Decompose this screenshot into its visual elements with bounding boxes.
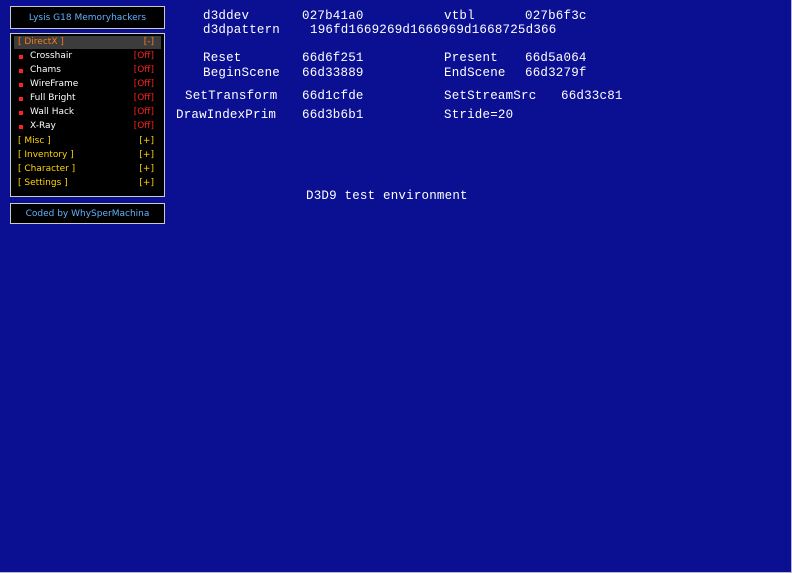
menu-item-full-bright[interactable]: Full Bright [Off] [14, 92, 161, 105]
bullet-icon [19, 111, 23, 115]
bullet-icon [19, 69, 23, 73]
menu-title-box: Lysis G18 Memoryhackers [10, 6, 165, 29]
menu-item-wireframe[interactable]: WireFrame [Off] [14, 78, 161, 91]
setstreamsrc-label: SetStreamSrc [444, 89, 537, 103]
menu-category-settings[interactable]: [ Settings ] [+] [14, 177, 161, 190]
bullet-icon [19, 83, 23, 87]
menu-item-chams[interactable]: Chams [Off] [14, 64, 161, 77]
d3ddev-value: 027b41a0 [302, 9, 364, 23]
menu-category-character[interactable]: [ Character ] [+] [14, 163, 161, 176]
menu-item-x-ray[interactable]: X-Ray [Off] [14, 120, 161, 133]
reset-label: Reset [203, 51, 242, 65]
vtbl-value: 027b6f3c [525, 9, 587, 23]
expand-toggle: [+] [139, 164, 154, 174]
present-label: Present [444, 51, 498, 65]
beginscene-value: 66d33889 [302, 66, 364, 80]
settransform-label: SetTransform [185, 89, 278, 103]
bullet-icon [19, 97, 23, 101]
menu-item-state: [Off] [133, 51, 154, 61]
category-label: [ Inventory ] [18, 150, 74, 160]
menu-category-directx[interactable]: [ DirectX ] [-] [14, 36, 161, 49]
d3dpattern-label: d3dpattern [203, 23, 281, 37]
menu-item-state: [Off] [133, 65, 154, 75]
menu-item-label: Wall Hack [30, 107, 75, 117]
expand-toggle: [+] [139, 150, 154, 160]
expand-toggle: [+] [139, 136, 154, 146]
endscene-value: 66d3279f [525, 66, 587, 80]
category-label: [ Settings ] [18, 178, 68, 188]
credit-box: Coded by WhySperMachina [10, 203, 165, 224]
setstreamsrc-value: 66d33c81 [561, 89, 623, 103]
menu-item-label: Chams [30, 65, 61, 75]
cheat-menu: [ DirectX ] [-] Crosshair [Off] Chams [O… [10, 33, 165, 197]
directx-toggle: [-] [143, 37, 154, 47]
menu-item-wall-hack[interactable]: Wall Hack [Off] [14, 106, 161, 119]
present-value: 66d5a064 [525, 51, 587, 65]
menu-item-label: Full Bright [30, 93, 76, 103]
menu-category-misc[interactable]: [ Misc ] [+] [14, 135, 161, 148]
vtbl-label: vtbl [444, 9, 475, 23]
menu-item-state: [Off] [133, 93, 154, 103]
menu-item-label: WireFrame [30, 79, 79, 89]
environment-title: D3D9 test environment [306, 189, 468, 203]
menu-title: Lysis G18 Memoryhackers [28, 13, 147, 23]
endscene-label: EndScene [444, 66, 506, 80]
settransform-value: 66d1cfde [302, 89, 364, 103]
reset-value: 66d6f251 [302, 51, 364, 65]
drawindexprim-value: 66d3b6b1 [302, 108, 364, 122]
credit-text: Coded by WhySperMachina [25, 209, 150, 219]
beginscene-label: BeginScene [203, 66, 281, 80]
d3dpattern-value: 196fd1669269d1666969d1668725d366 [310, 23, 557, 37]
drawindexprim-label: DrawIndexPrim [176, 108, 277, 122]
menu-item-state: [Off] [133, 107, 154, 117]
category-label: [ Character ] [18, 164, 76, 174]
directx-label: [ DirectX ] [18, 37, 64, 47]
bullet-icon [19, 125, 23, 129]
d3d9-render-window: Lysis G18 Memoryhackers [ DirectX ] [-] … [0, 0, 792, 573]
bullet-icon [19, 55, 23, 59]
menu-item-label: Crosshair [30, 51, 73, 61]
d3ddev-label: d3ddev [203, 9, 250, 23]
menu-category-inventory[interactable]: [ Inventory ] [+] [14, 149, 161, 162]
category-label: [ Misc ] [18, 136, 51, 146]
menu-item-state: [Off] [133, 79, 154, 89]
menu-item-label: X-Ray [30, 121, 56, 131]
menu-item-crosshair[interactable]: Crosshair [Off] [14, 50, 161, 63]
expand-toggle: [+] [139, 178, 154, 188]
menu-item-state: [Off] [133, 121, 154, 131]
stride-value: Stride=20 [444, 108, 514, 122]
